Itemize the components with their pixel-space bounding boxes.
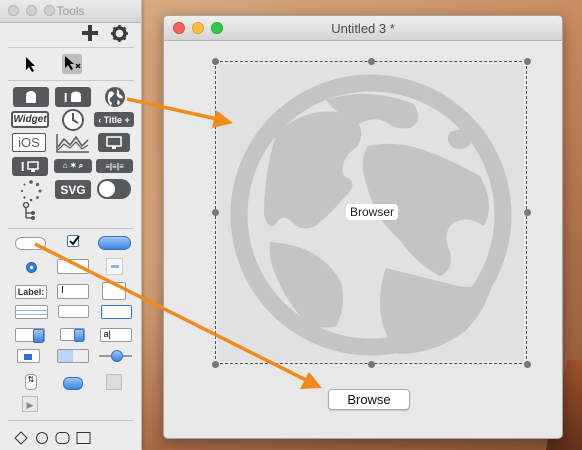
image-well-tool[interactable]	[106, 374, 122, 390]
ios-tool[interactable]: iOS	[12, 133, 46, 152]
gear-icon[interactable]	[111, 25, 128, 45]
resize-handle-top-left[interactable]	[212, 58, 219, 65]
popup-button-tool[interactable]	[15, 328, 45, 343]
document-titlebar[interactable]: Untitled 3 *	[164, 16, 562, 41]
ios-tool-label: iOS	[18, 135, 40, 150]
pulldown-button-tool[interactable]	[60, 328, 85, 342]
window-title: Untitled 3 *	[331, 21, 395, 36]
tree-tool-icon[interactable]	[22, 201, 36, 227]
label-tool-label: Label:	[17, 287, 45, 297]
circle-shape-icon[interactable]	[35, 431, 49, 450]
move-tool-icon[interactable]	[62, 54, 82, 74]
push-button-tool[interactable]	[15, 237, 46, 250]
globe-tool-icon[interactable]	[104, 86, 126, 113]
default-button-tool[interactable]	[98, 236, 131, 250]
scroll-view-tool[interactable]	[101, 305, 132, 319]
separator	[8, 420, 134, 421]
token-field-tool[interactable]: a|	[100, 328, 132, 342]
clock-tool-icon[interactable]	[62, 109, 84, 136]
switch-tool[interactable]	[97, 179, 131, 199]
text-field-tool[interactable]	[57, 259, 89, 274]
widget-tool-label: Widget	[13, 114, 47, 125]
arrow-tool-icon[interactable]	[25, 56, 37, 77]
search-bar-tool[interactable]: ⌂ ✶ ⌕	[54, 159, 92, 173]
resize-handle-top[interactable]	[368, 58, 375, 65]
stepper-tool[interactable]: ⇅	[25, 374, 37, 390]
resize-handle-top-right[interactable]	[524, 58, 531, 65]
chart-tool-icon[interactable]	[56, 133, 90, 158]
separator	[8, 47, 134, 48]
svg-tool-label: SVG	[60, 182, 86, 197]
plus-icon[interactable]	[82, 25, 98, 44]
rectangle-shape-icon[interactable]	[76, 431, 92, 450]
tools-title: Tools	[56, 4, 85, 18]
android-button-tool[interactable]	[13, 87, 49, 107]
table-tool[interactable]	[15, 305, 48, 319]
browser-label: Browser	[346, 204, 399, 220]
text-view-tool[interactable]	[102, 282, 126, 300]
image-view-tool[interactable]	[106, 258, 123, 275]
separator	[8, 228, 134, 229]
label-tool: Label:	[15, 285, 47, 299]
title-bar-tool[interactable]: ‹ Title +	[94, 112, 134, 127]
tools-titlebar[interactable]: Tools	[0, 0, 141, 23]
secure-field-tool[interactable]: I	[57, 284, 89, 299]
resize-handle-right[interactable]	[524, 209, 531, 216]
separator	[8, 80, 134, 81]
media-player-tool[interactable]: ▶	[22, 396, 38, 412]
diamond-shape-icon[interactable]	[14, 431, 28, 450]
resize-handle-bottom[interactable]	[368, 361, 375, 368]
widget-tool[interactable]: Widget	[11, 111, 49, 128]
svg-tool[interactable]: SVG	[55, 180, 91, 199]
browse-button[interactable]: Browse	[328, 389, 410, 410]
resize-handle-bottom-right[interactable]	[524, 361, 531, 368]
resize-handle-left[interactable]	[212, 209, 219, 216]
text-monitor-tool[interactable]: I	[12, 157, 48, 176]
android-text-tool[interactable]: I	[55, 87, 91, 107]
resize-handle-bottom-left[interactable]	[212, 361, 219, 368]
progress-bar-tool[interactable]	[57, 349, 89, 363]
title-tool-label: Title	[103, 114, 123, 125]
rounded-rect-shape-icon[interactable]	[55, 431, 71, 450]
segmented-align-tool[interactable]: ≡|≡|≡	[96, 159, 133, 173]
radio-tool[interactable]	[26, 262, 37, 273]
tools-window: Tools I Widget ‹ Title + iOS I ⌂ ✶ ⌕ ≡|≡…	[0, 0, 142, 450]
combo-box-tool[interactable]	[58, 305, 89, 318]
monitor-tool-icon[interactable]	[98, 133, 130, 152]
slider-tool[interactable]	[99, 350, 132, 362]
level-indicator-tool[interactable]	[57, 377, 89, 390]
checkbox-tool[interactable]	[67, 235, 80, 247]
document-window: Untitled 3 * Browser Browse	[163, 15, 563, 439]
date-picker-tool[interactable]	[17, 349, 40, 363]
